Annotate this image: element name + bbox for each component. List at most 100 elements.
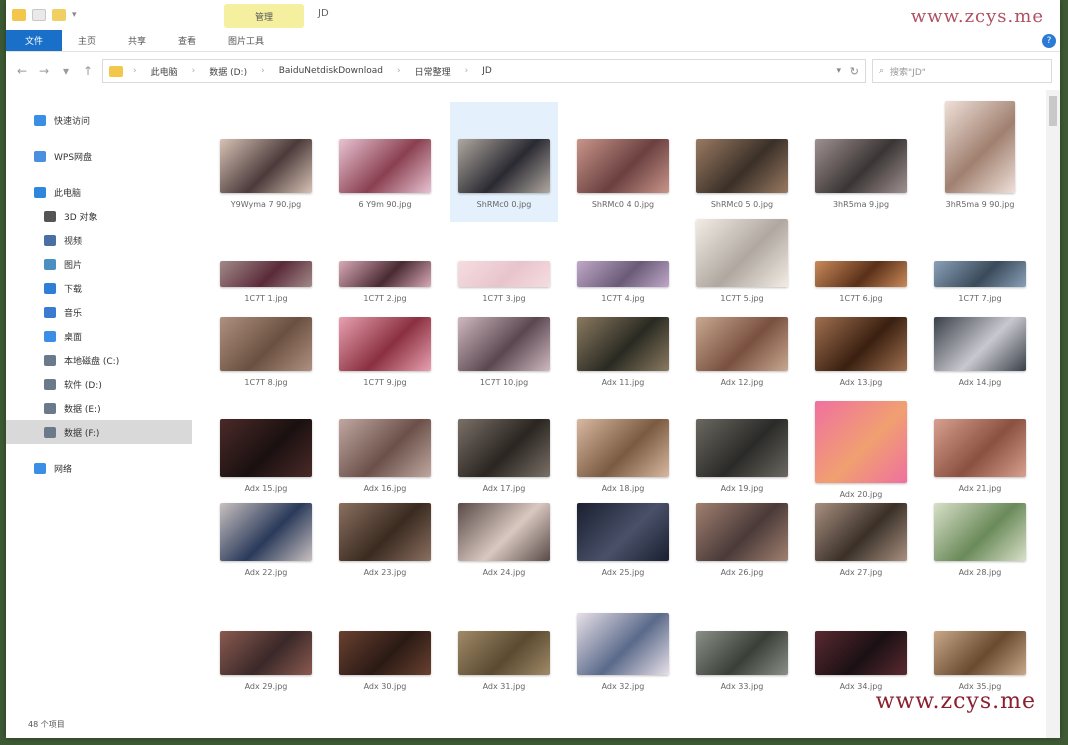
image-thumbnail[interactable] bbox=[815, 401, 907, 483]
image-thumbnail[interactable] bbox=[696, 139, 788, 193]
breadcrumb-item[interactable]: 此电脑 bbox=[147, 65, 182, 78]
file-item[interactable]: 1C7T 6.jpg bbox=[807, 222, 915, 306]
image-thumbnail[interactable] bbox=[696, 503, 788, 561]
image-thumbnail[interactable] bbox=[220, 139, 312, 193]
image-thumbnail[interactable] bbox=[934, 419, 1026, 477]
image-thumbnail[interactable] bbox=[934, 503, 1026, 561]
address-bar[interactable]: › 此电脑 › 数据 (D:) › BaiduNetdiskDownload › 日常整理 › J… bbox=[102, 59, 866, 83]
image-thumbnail[interactable] bbox=[458, 503, 550, 561]
image-thumbnail[interactable] bbox=[458, 317, 550, 371]
scrollbar-thumb[interactable] bbox=[1049, 96, 1057, 126]
sidebar-item[interactable]: 快速访问 bbox=[6, 108, 192, 132]
image-thumbnail[interactable] bbox=[220, 261, 312, 287]
image-thumbnail[interactable] bbox=[577, 419, 669, 477]
sidebar-item[interactable]: 音乐 bbox=[6, 300, 192, 324]
file-item[interactable]: Adx 33.jpg bbox=[688, 598, 796, 694]
folder-icon[interactable] bbox=[12, 9, 26, 21]
up-arrow-icon[interactable]: ↑ bbox=[80, 64, 96, 78]
sidebar-item[interactable]: WPS网盘 bbox=[6, 144, 192, 168]
file-item[interactable]: 6 Y9m 90.jpg bbox=[331, 102, 439, 222]
image-thumbnail[interactable] bbox=[577, 261, 669, 287]
file-item[interactable]: Adx 35.jpg bbox=[926, 598, 1034, 694]
sidebar-item[interactable]: 图片 bbox=[6, 252, 192, 276]
breadcrumb-separator-icon[interactable]: › bbox=[261, 66, 265, 76]
breadcrumb-item[interactable]: 日常整理 bbox=[411, 65, 455, 78]
sidebar-item[interactable]: 此电脑 bbox=[6, 180, 192, 204]
image-thumbnail[interactable] bbox=[815, 631, 907, 675]
image-thumbnail[interactable] bbox=[934, 261, 1026, 287]
forward-arrow-icon[interactable]: → bbox=[36, 64, 52, 78]
address-dropdown-icon[interactable]: ▾ bbox=[836, 66, 841, 76]
file-item[interactable]: Adx 20.jpg bbox=[807, 401, 915, 502]
file-item[interactable]: Adx 14.jpg bbox=[926, 306, 1034, 406]
sidebar-item[interactable]: 3D 对象 bbox=[6, 204, 192, 228]
image-thumbnail[interactable] bbox=[815, 503, 907, 561]
sidebar-item[interactable]: 网络 bbox=[6, 456, 192, 480]
image-thumbnail[interactable] bbox=[815, 317, 907, 371]
file-item[interactable]: Adx 19.jpg bbox=[688, 406, 796, 502]
file-item[interactable]: Adx 13.jpg bbox=[807, 306, 915, 406]
file-item[interactable]: 1C7T 7.jpg bbox=[926, 222, 1034, 306]
image-thumbnail[interactable] bbox=[458, 139, 550, 193]
file-item[interactable]: ShRMc0 4 0.jpg bbox=[569, 102, 677, 222]
file-item[interactable]: Adx 31.jpg bbox=[450, 598, 558, 694]
file-item[interactable]: 3hR5ma 9.jpg bbox=[807, 102, 915, 222]
ribbon-tab-4[interactable]: 图片工具 bbox=[212, 30, 280, 51]
image-thumbnail[interactable] bbox=[339, 503, 431, 561]
image-thumbnail[interactable] bbox=[577, 139, 669, 193]
vertical-scrollbar[interactable] bbox=[1046, 90, 1060, 738]
refresh-icon[interactable]: ↻ bbox=[850, 65, 859, 78]
sidebar-item[interactable]: 数据 (E:) bbox=[6, 396, 192, 420]
ribbon-tab-0[interactable]: 文件 bbox=[6, 30, 62, 51]
file-item[interactable]: Adx 22.jpg bbox=[212, 502, 320, 598]
file-item[interactable]: 1C7T 1.jpg bbox=[212, 222, 320, 306]
chevron-down-icon[interactable]: ▾ bbox=[72, 10, 77, 20]
image-thumbnail[interactable] bbox=[696, 419, 788, 477]
file-item[interactable]: Adx 29.jpg bbox=[212, 598, 320, 694]
back-arrow-icon[interactable]: ← bbox=[14, 64, 30, 78]
file-item[interactable]: Adx 11.jpg bbox=[569, 306, 677, 406]
breadcrumb-separator-icon[interactable]: › bbox=[465, 66, 469, 76]
file-item[interactable]: Adx 34.jpg bbox=[807, 598, 915, 694]
ribbon-tab-1[interactable]: 主页 bbox=[62, 30, 112, 51]
image-thumbnail[interactable] bbox=[934, 317, 1026, 371]
image-thumbnail[interactable] bbox=[220, 503, 312, 561]
image-thumbnail[interactable] bbox=[339, 139, 431, 193]
image-thumbnail[interactable] bbox=[696, 219, 788, 287]
image-thumbnail[interactable] bbox=[934, 631, 1026, 675]
file-item[interactable]: ShRMc0 0.jpg bbox=[450, 102, 558, 222]
file-item[interactable]: 1C7T 3.jpg bbox=[450, 222, 558, 306]
sidebar-item[interactable]: 桌面 bbox=[6, 324, 192, 348]
image-thumbnail[interactable] bbox=[696, 631, 788, 675]
image-thumbnail[interactable] bbox=[696, 317, 788, 371]
image-thumbnail[interactable] bbox=[458, 261, 550, 287]
image-thumbnail[interactable] bbox=[220, 419, 312, 477]
file-item[interactable]: 1C7T 5.jpg bbox=[688, 219, 796, 306]
file-item[interactable]: Adx 28.jpg bbox=[926, 502, 1034, 598]
breadcrumb-separator-icon[interactable]: › bbox=[192, 66, 196, 76]
breadcrumb-item[interactable]: JD bbox=[478, 66, 496, 76]
breadcrumb-separator-icon[interactable]: › bbox=[397, 66, 401, 76]
image-thumbnail[interactable] bbox=[339, 419, 431, 477]
file-item[interactable]: Adx 26.jpg bbox=[688, 502, 796, 598]
sidebar-item[interactable]: 视频 bbox=[6, 228, 192, 252]
file-item[interactable]: Adx 25.jpg bbox=[569, 502, 677, 598]
file-item[interactable]: 1C7T 10.jpg bbox=[450, 306, 558, 406]
file-item[interactable]: 1C7T 4.jpg bbox=[569, 222, 677, 306]
image-thumbnail[interactable] bbox=[577, 503, 669, 561]
breadcrumb-separator-icon[interactable]: › bbox=[133, 66, 137, 76]
sidebar-item[interactable]: 软件 (D:) bbox=[6, 372, 192, 396]
file-item[interactable]: 1C7T 2.jpg bbox=[331, 222, 439, 306]
properties-icon[interactable] bbox=[32, 9, 46, 21]
breadcrumb-item[interactable]: BaiduNetdiskDownload bbox=[275, 66, 387, 76]
new-folder-icon[interactable] bbox=[52, 9, 66, 21]
help-icon[interactable]: ? bbox=[1042, 34, 1056, 48]
file-item[interactable]: Adx 23.jpg bbox=[331, 502, 439, 598]
file-item[interactable]: Adx 17.jpg bbox=[450, 406, 558, 502]
image-thumbnail[interactable] bbox=[815, 261, 907, 287]
image-thumbnail[interactable] bbox=[339, 261, 431, 287]
recent-dropdown-icon[interactable]: ▾ bbox=[58, 64, 74, 78]
image-thumbnail[interactable] bbox=[458, 419, 550, 477]
breadcrumb-item[interactable]: 数据 (D:) bbox=[205, 65, 251, 78]
image-thumbnail[interactable] bbox=[577, 613, 669, 675]
